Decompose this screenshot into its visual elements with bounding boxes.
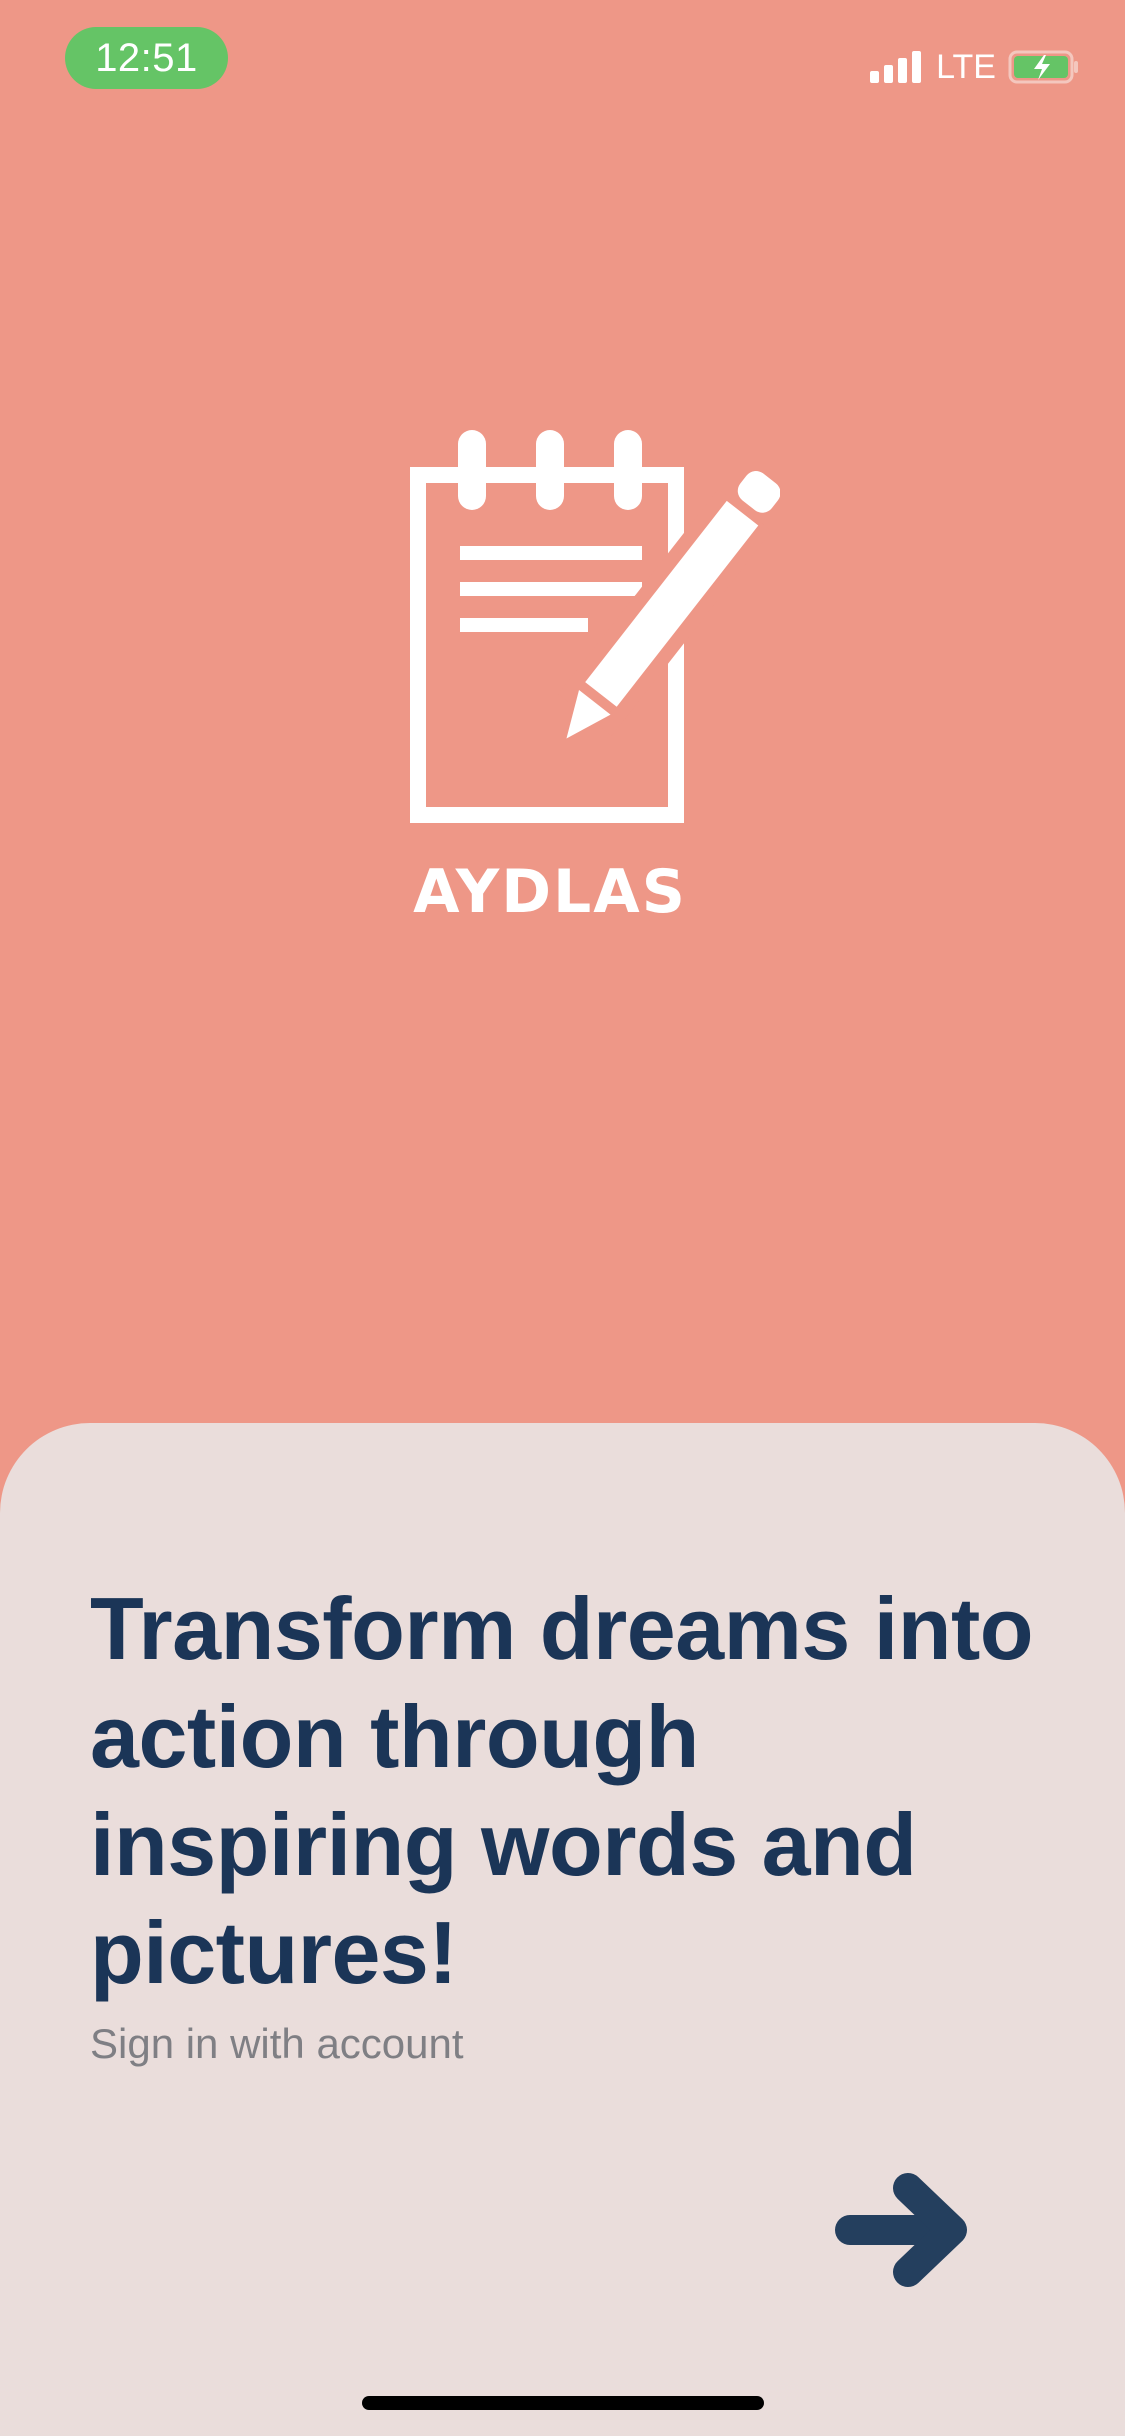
- notepad-pencil-icon: [410, 430, 780, 823]
- signal-bars-icon: [870, 51, 922, 83]
- onboarding-screen: 12:51 LTE AYDLAS Transform dreams into a…: [0, 0, 1125, 2436]
- onboarding-headline: Transform dreams into action through ins…: [90, 1579, 1034, 2002]
- app-name: AYDLAS: [413, 857, 687, 927]
- next-button[interactable]: [830, 2170, 980, 2290]
- sign-in-link[interactable]: Sign in with account: [90, 2018, 464, 2070]
- status-bar: 12:51 LTE: [0, 0, 1125, 130]
- home-indicator[interactable]: [362, 2396, 764, 2410]
- battery-charging-icon: [1008, 50, 1078, 84]
- status-time: 12:51: [65, 27, 228, 89]
- status-indicators: LTE: [870, 44, 1080, 90]
- network-type-label: LTE: [936, 48, 996, 86]
- arrow-right-icon: [835, 2173, 967, 2287]
